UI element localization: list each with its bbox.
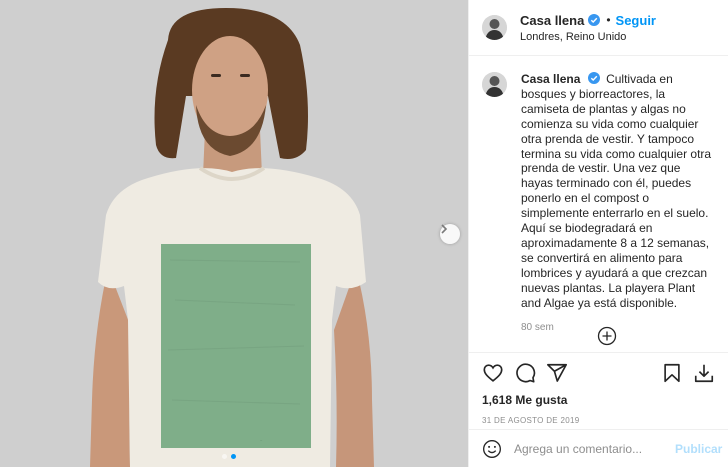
caption-body: Casa llena Cultivada en bosques y biorre…: [521, 72, 715, 335]
load-more-comments-button[interactable]: [597, 326, 617, 346]
carousel-indicator: [222, 454, 236, 459]
avatar[interactable]: [482, 15, 507, 40]
share-icon: [547, 363, 567, 382]
post-side-panel: Casa llena • Seguir Londres, Reino Unido…: [468, 0, 728, 467]
save-button[interactable]: [661, 362, 683, 384]
header-text: Casa llena • Seguir Londres, Reino Unido: [520, 13, 656, 43]
post-date[interactable]: 31 DE AGOSTO DE 2019: [482, 416, 715, 425]
likes-count[interactable]: 1,618 Me gusta: [482, 393, 715, 407]
publish-button[interactable]: Publicar: [675, 442, 722, 456]
action-icons: [482, 353, 715, 393]
emoji-icon: [483, 439, 501, 458]
verified-badge-icon: [587, 72, 600, 84]
comment-input[interactable]: [514, 441, 669, 456]
caption-text: Cultivada en bosques y biorreactores, la…: [521, 72, 712, 310]
post-location[interactable]: Londres, Reino Unido: [520, 31, 656, 43]
add-comment-bar: Publicar: [469, 429, 728, 467]
actions-section: 1,618 Me gusta 31 DE AGOSTO DE 2019: [469, 352, 728, 425]
add-circle-icon: [597, 326, 617, 346]
post-photo[interactable]: ~: [0, 0, 468, 467]
chevron-right-icon: [441, 224, 448, 234]
verified-badge-icon: [588, 14, 601, 26]
caption-timestamp[interactable]: 80 sem: [521, 321, 715, 336]
avatar-image: [482, 15, 507, 40]
bookmark-icon: [664, 363, 680, 383]
like-button[interactable]: [482, 362, 504, 384]
post-header: Casa llena • Seguir Londres, Reino Unido: [469, 0, 728, 56]
share-button[interactable]: [546, 362, 568, 384]
follow-button[interactable]: Seguir: [616, 13, 656, 28]
comments-area: Casa llena Cultivada en bosques y biorre…: [469, 57, 728, 351]
heart-icon: [483, 364, 503, 382]
avatar-image: [482, 72, 507, 97]
emoji-button[interactable]: [482, 439, 502, 459]
carousel-dot-2: [231, 454, 236, 459]
carousel-dot-1: [222, 454, 227, 459]
caption: Casa llena Cultivada en bosques y biorre…: [482, 72, 715, 335]
download-icon: [694, 364, 714, 383]
comment-button[interactable]: [514, 362, 536, 384]
caption-avatar[interactable]: [482, 72, 507, 97]
comment-icon: [516, 363, 536, 383]
download-button[interactable]: [693, 362, 715, 384]
next-photo-button[interactable]: [440, 224, 460, 244]
header-username[interactable]: Casa llena: [520, 13, 584, 28]
header-separator: •: [606, 13, 611, 27]
caption-username[interactable]: Casa llena: [521, 72, 580, 86]
model-photo: ~: [0, 0, 468, 467]
